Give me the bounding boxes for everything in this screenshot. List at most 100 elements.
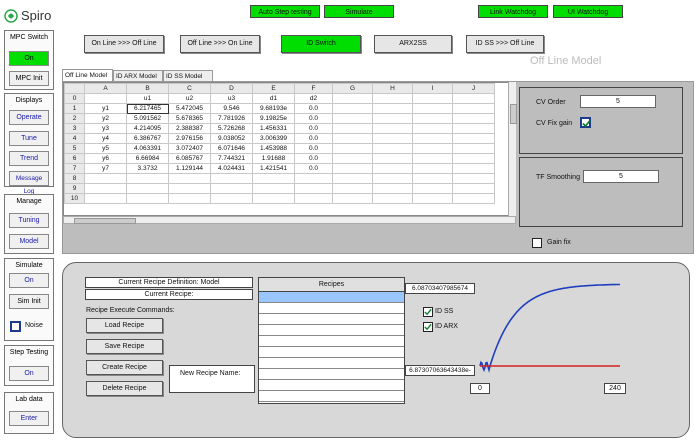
sheet-cell[interactable]: 6.071646 (210, 143, 253, 154)
sheet-cell[interactable] (332, 93, 373, 104)
sheet-cell[interactable] (168, 193, 211, 204)
recipe-list-item[interactable] (259, 314, 404, 325)
id-arx-legend-checkbox[interactable] (423, 322, 433, 332)
sheet-cell[interactable] (252, 193, 295, 204)
sheet-cell[interactable] (84, 93, 127, 104)
sheet-cell[interactable] (210, 183, 253, 194)
sheet-cell[interactable] (126, 193, 169, 204)
sheet-cell[interactable] (412, 143, 453, 154)
sheet-cell[interactable] (332, 173, 373, 184)
column-header[interactable]: D (210, 83, 253, 94)
sheet-cell[interactable] (126, 183, 169, 194)
sheet-cell[interactable] (452, 143, 495, 154)
sheet-cell[interactable]: 5.091562 (126, 113, 169, 124)
sheet-cell[interactable]: 7.744321 (210, 153, 253, 164)
sheet-cell[interactable] (452, 133, 495, 144)
sheet-cell[interactable] (332, 143, 373, 154)
sheet-cell[interactable]: u3 (210, 93, 253, 104)
sheet-cell[interactable]: 5.472045 (168, 103, 211, 114)
recipe-list-item[interactable] (259, 325, 404, 336)
sheet-cell[interactable] (452, 163, 495, 174)
row-header[interactable]: 1 (64, 103, 85, 114)
simulate-on-button[interactable]: On (9, 273, 49, 288)
sheet-cell[interactable] (372, 153, 413, 164)
recipe-list-item[interactable] (259, 380, 404, 391)
save-recipe-button[interactable]: Save Recipe (86, 339, 163, 354)
sheet-cell[interactable] (452, 123, 495, 134)
column-header[interactable]: C (168, 83, 211, 94)
sheet-cell[interactable] (294, 193, 333, 204)
sheet-cell[interactable]: 6.66984 (126, 153, 169, 164)
noise-checkbox[interactable] (10, 321, 21, 332)
row-header[interactable]: 6 (64, 153, 85, 164)
sheet-cell[interactable] (332, 123, 373, 134)
row-header[interactable]: 5 (64, 143, 85, 154)
tune-button[interactable]: Tune (9, 131, 49, 146)
sheet-cell[interactable] (84, 183, 127, 194)
sheet-cell[interactable] (332, 193, 373, 204)
sheet-cell[interactable] (294, 173, 333, 184)
offline-to-online-button[interactable]: Off Line >>> On Line (180, 35, 260, 53)
column-header[interactable]: I (412, 83, 453, 94)
sheet-cell[interactable] (412, 163, 453, 174)
sheet-cell[interactable]: 1.129144 (168, 163, 211, 174)
sheet-cell[interactable] (332, 153, 373, 164)
sheet-cell[interactable]: 0.0 (294, 103, 333, 114)
step-testing-on-button[interactable]: On (9, 366, 49, 381)
sheet-cell[interactable] (372, 183, 413, 194)
mpc-on-button[interactable]: On (9, 51, 49, 66)
column-header[interactable]: B (126, 83, 169, 94)
sheet-cell[interactable]: 6.386767 (126, 133, 169, 144)
sheet-cell[interactable]: y1 (84, 103, 127, 114)
sheet-cell[interactable] (452, 193, 495, 204)
column-header[interactable]: E (252, 83, 295, 94)
sheet-cell[interactable] (332, 163, 373, 174)
auto-step-testing-indicator[interactable]: Auto Step testing (250, 5, 320, 18)
sheet-cell[interactable]: 1.456331 (252, 123, 295, 134)
sheet-cell[interactable]: 4.063391 (126, 143, 169, 154)
sheet-cell[interactable]: 0.0 (294, 123, 333, 134)
trend-button[interactable]: Trend (9, 151, 49, 166)
new-recipe-name-box[interactable]: New Recipe Name: (169, 365, 255, 393)
lab-data-enter-button[interactable]: Enter (9, 411, 49, 426)
ui-watchdog-indicator[interactable]: UI Watchdog (553, 5, 623, 18)
sheet-cell[interactable]: u2 (168, 93, 211, 104)
column-header[interactable]: J (452, 83, 495, 94)
sheet-cell[interactable]: 1.421541 (252, 163, 295, 174)
tf-smoothing-input[interactable]: 5 (583, 170, 659, 183)
sheet-cell[interactable] (126, 173, 169, 184)
tab-off-line-model[interactable]: Off Line Model (62, 69, 113, 81)
column-header[interactable]: F (294, 83, 333, 94)
recipe-list-item[interactable] (259, 336, 404, 347)
sheet-cell[interactable]: y5 (84, 143, 127, 154)
sheet-cell[interactable] (372, 103, 413, 114)
sheet-cell[interactable] (412, 153, 453, 164)
sheet-cell[interactable]: 9.038052 (210, 133, 253, 144)
simulate-indicator[interactable]: Simulate (324, 5, 394, 18)
sheet-cell[interactable] (210, 173, 253, 184)
row-header[interactable]: 7 (64, 163, 85, 174)
sheet-cell[interactable]: d1 (252, 93, 295, 104)
sheet-cell[interactable] (372, 113, 413, 124)
sheet-cell[interactable] (332, 183, 373, 194)
recipe-list-item[interactable] (259, 358, 404, 369)
sheet-cell[interactable] (412, 113, 453, 124)
link-watchdog-indicator[interactable]: Link Watchdog (478, 5, 548, 18)
sheet-cell[interactable] (412, 123, 453, 134)
sheet-cell[interactable]: 0.0 (294, 133, 333, 144)
cv-fix-gain-checkbox[interactable] (580, 117, 591, 128)
sheet-cell[interactable]: y6 (84, 153, 127, 164)
recipe-list-item[interactable] (259, 347, 404, 358)
sheet-cell[interactable]: 5.726268 (210, 123, 253, 134)
id-ss-legend-checkbox[interactable] (423, 307, 433, 317)
arx2ss-button[interactable]: ARX2SS (374, 35, 452, 53)
sheet-cell[interactable]: 0.0 (294, 143, 333, 154)
model-button[interactable]: Model (9, 234, 49, 249)
sheet-cell[interactable]: 7.781926 (210, 113, 253, 124)
column-header[interactable]: G (332, 83, 373, 94)
sheet-cell[interactable] (372, 123, 413, 134)
cv-order-input[interactable]: 5 (580, 95, 656, 108)
sheet-cell[interactable] (168, 183, 211, 194)
sheet-cell[interactable] (332, 133, 373, 144)
recipe-list-item[interactable] (259, 292, 404, 303)
